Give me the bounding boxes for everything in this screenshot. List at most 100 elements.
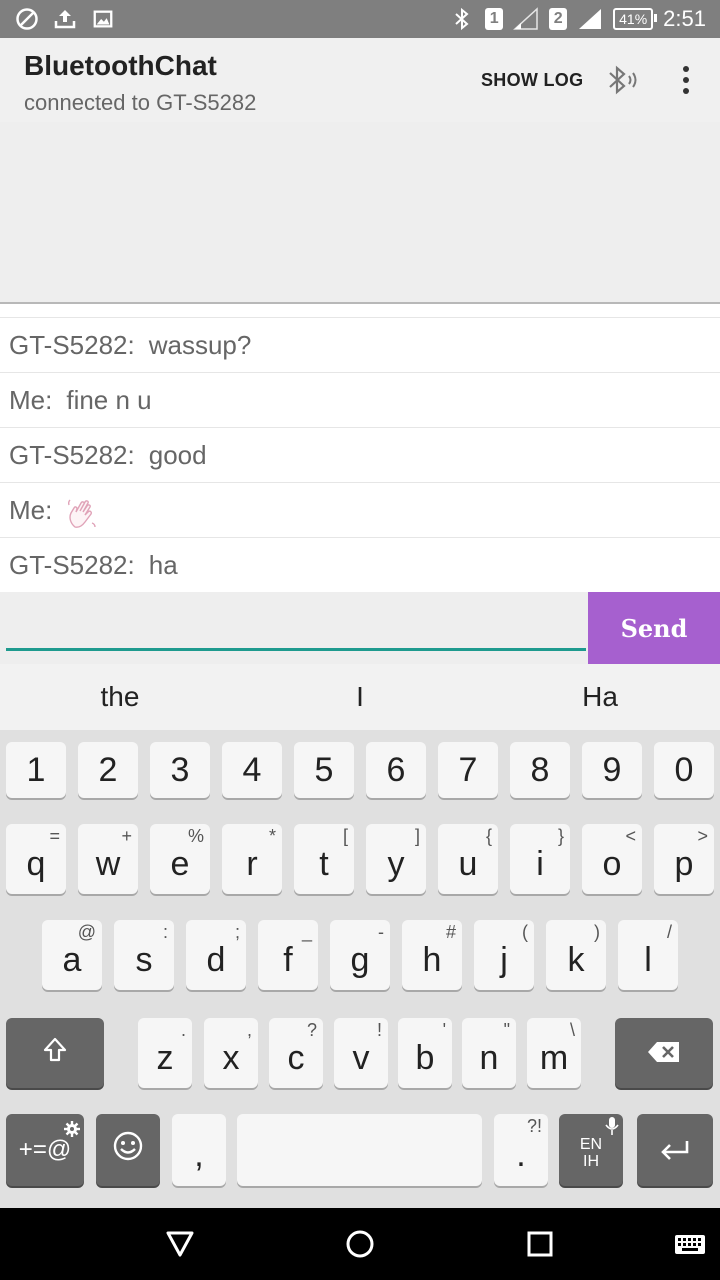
waving-hand-icon [66,495,98,529]
key-label: m [539,1038,569,1077]
key-alt-label: ; [234,922,240,942]
key[interactable]: / l [618,920,678,990]
enter-key[interactable] [637,1114,713,1186]
shift-key[interactable] [6,1018,104,1088]
key-alt-label: < [625,826,636,846]
key[interactable]: {u [438,824,498,894]
key-label: 6 [386,750,406,789]
period-key[interactable]: ?!. [494,1114,548,1186]
bluetooth-discoverable-icon[interactable] [604,62,644,98]
key[interactable]: } i [510,824,570,894]
key-label: , [194,1135,204,1174]
key-label: 4 [242,750,262,789]
message-text: good [148,440,207,470]
key-label: z [156,1038,174,1077]
navigation-bar [0,1208,720,1280]
key-alt-label: } [557,826,564,846]
message-sender: GT-S5282: [9,440,135,470]
enter-icon [659,1131,691,1170]
key-label: 8 [530,750,550,789]
message-list[interactable]: GT-S5282: wassup? Me: fine n u GT-S5282: go… [0,304,720,593]
message-text: ha [148,550,178,580]
suggestion-item[interactable]: Ha [480,664,720,730]
message-sender: GT-S5282: [9,330,135,360]
key[interactable]: 7 [438,742,498,798]
key[interactable]: ? c [269,1018,323,1088]
key-label: 1 [26,750,46,789]
suggestion-item[interactable]: the [0,664,240,730]
key[interactable]: 2 [78,742,138,798]
do-not-disturb-icon [14,6,40,32]
comma-key[interactable]: , [172,1114,226,1186]
key-label: b [415,1038,435,1077]
key-alt-label: / [666,922,672,942]
key[interactable]: ) k [546,920,606,990]
battery-indicator: 41% [613,8,658,30]
key[interactable]: _ f [258,920,318,990]
key-label: c [287,1038,305,1077]
language-key[interactable]: EN IH [559,1114,623,1186]
key-label: k [567,940,585,979]
key[interactable]: 5 [294,742,354,798]
key[interactable]: [t [294,824,354,894]
key[interactable]: 4 [222,742,282,798]
key[interactable]: < o [582,824,642,894]
key-label: s [135,940,153,979]
key[interactable]: 1 [6,742,66,798]
key-alt-label: % [187,826,204,846]
overflow-menu-icon[interactable] [676,64,696,96]
message-input[interactable] [6,598,586,651]
key-alt-label: ! [376,1020,382,1040]
show-log-button[interactable]: SHOW LOG [481,70,583,91]
key[interactable]: :s [114,920,174,990]
key[interactable]: % e [150,824,210,894]
key[interactable]: > p [654,824,714,894]
key[interactable]: \ m [527,1018,581,1088]
key[interactable]: " n [462,1018,516,1088]
key-alt-label: ?! [526,1116,542,1136]
key-label: h [422,940,442,979]
key[interactable]: ; d [186,920,246,990]
key[interactable]: = q [6,824,66,894]
home-icon[interactable] [340,1228,380,1260]
recents-icon[interactable] [520,1228,560,1260]
key[interactable]: (j [474,920,534,990]
key[interactable]: @ a [42,920,102,990]
message-sender: Me: [9,495,53,525]
space-key[interactable] [237,1114,482,1186]
key[interactable]: 9 [582,742,642,798]
key-alt-label: ] [414,826,420,846]
key-alt-label: = [49,826,60,846]
key-alt-label: _ [301,922,312,942]
key-label: . [516,1135,526,1174]
key-alt-label: @ [77,922,96,942]
backspace-key[interactable] [615,1018,713,1088]
key[interactable]: .z [138,1018,192,1088]
key[interactable]: ,x [204,1018,258,1088]
key[interactable]: * r [222,824,282,894]
back-icon[interactable] [160,1228,200,1260]
backspace-icon [647,1034,681,1073]
key[interactable]: 6 [366,742,426,798]
key[interactable]: 0 [654,742,714,798]
key[interactable]: + w [78,824,138,894]
key-alt-label: " [503,1020,510,1040]
key[interactable]: ' b [398,1018,452,1088]
key[interactable]: -g [330,920,390,990]
suggestion-item[interactable]: I [240,664,480,730]
send-button[interactable]: Send [588,592,720,664]
key[interactable]: ] y [366,824,426,894]
key-alt-label: > [697,826,708,846]
key-alt-label: - [378,922,384,942]
key[interactable]: # h [402,920,462,990]
keyboard-switch-icon[interactable] [672,1228,712,1260]
key[interactable]: 8 [510,742,570,798]
key[interactable]: ! v [334,1018,388,1088]
key-label: 9 [602,750,622,789]
key-label: 2 [98,750,118,789]
emoji-key[interactable] [96,1114,160,1186]
key[interactable]: 3 [150,742,210,798]
empty-area [0,122,720,302]
key-alt-label: ' [442,1020,446,1040]
symbols-key[interactable]: +=@ [6,1114,84,1186]
